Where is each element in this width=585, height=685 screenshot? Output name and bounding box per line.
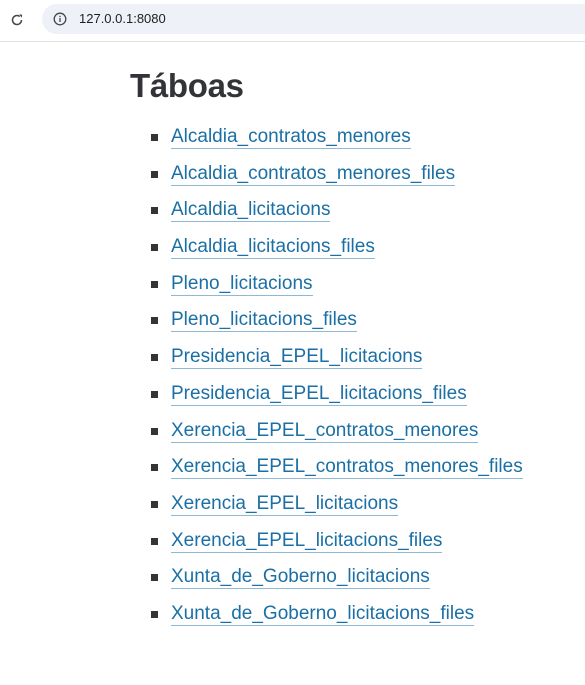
table-link[interactable]: Presidencia_EPEL_licitacions_files bbox=[171, 382, 467, 406]
table-list: Alcaldia_contratos_menores Alcaldia_contr… bbox=[130, 124, 523, 638]
list-item: Alcaldia_licitacions_files bbox=[130, 234, 523, 271]
page-title: Táboas bbox=[130, 67, 244, 104]
table-link[interactable]: Xunta_de_Goberno_licitacions bbox=[171, 566, 430, 590]
table-link[interactable]: Alcaldia_licitacions_files bbox=[171, 236, 375, 260]
table-link[interactable]: Xunta_de_Goberno_licitacions_files bbox=[171, 602, 475, 626]
table-link[interactable]: Xerencia_EPEL_licitacions_files bbox=[171, 529, 443, 553]
bullet-marker bbox=[151, 354, 158, 362]
bullet-marker bbox=[151, 207, 158, 215]
bullet-marker bbox=[151, 134, 158, 141]
bullet-marker bbox=[151, 244, 158, 252]
list-item: Alcaldia_licitacions bbox=[130, 197, 523, 234]
table-link[interactable]: Xerencia_EPEL_contratos_menores_files bbox=[171, 456, 523, 480]
url-text[interactable]: 127.0.0.1:8080 bbox=[79, 10, 166, 28]
table-link[interactable]: Pleno_licitacions_files bbox=[171, 309, 357, 333]
list-item: Xunta_de_Goberno_licitacions_files bbox=[130, 601, 523, 638]
list-item: Alcaldia_contratos_menores bbox=[130, 124, 523, 161]
bullet-marker bbox=[151, 574, 158, 582]
table-link[interactable]: Alcaldia_contratos_menores bbox=[171, 126, 411, 149]
table-link[interactable]: Pleno_licitacions bbox=[171, 272, 313, 296]
list-item: Pleno_licitacions_files bbox=[130, 307, 523, 344]
address-bar[interactable]: 127.0.0.1:8080 bbox=[42, 4, 585, 34]
bullet-marker bbox=[151, 610, 158, 618]
table-link[interactable]: Xerencia_EPEL_contratos_menores bbox=[171, 419, 479, 443]
bullet-marker bbox=[151, 427, 158, 435]
list-item: Alcaldia_contratos_menores_files bbox=[130, 161, 523, 198]
list-item: Pleno_licitacions bbox=[130, 271, 523, 308]
reload-icon[interactable] bbox=[7, 10, 27, 30]
list-item: Xerencia_EPEL_contratos_menores bbox=[130, 418, 523, 455]
browser-toolbar: 127.0.0.1:8080 bbox=[0, 0, 585, 42]
list-item: Presidencia_EPEL_licitacions bbox=[130, 344, 523, 381]
table-link[interactable]: Alcaldia_contratos_menores_files bbox=[171, 162, 456, 186]
bullet-marker bbox=[151, 464, 158, 472]
bullet-marker bbox=[151, 537, 158, 545]
main-content: Táboas Alcaldia_contratos_menores Alcaldi… bbox=[130, 64, 523, 638]
list-item: Xunta_de_Goberno_licitacions bbox=[130, 564, 523, 601]
bullet-marker bbox=[151, 170, 158, 178]
info-icon[interactable] bbox=[52, 11, 68, 27]
bullet-marker bbox=[151, 280, 158, 288]
table-link[interactable]: Alcaldia_licitacions bbox=[171, 199, 331, 223]
bullet-marker bbox=[151, 317, 158, 325]
list-item: Presidencia_EPEL_licitacions_files bbox=[130, 381, 523, 418]
table-link[interactable]: Presidencia_EPEL_licitacions bbox=[171, 346, 423, 370]
list-item: Xerencia_EPEL_licitacions_files bbox=[130, 528, 523, 565]
bullet-marker bbox=[151, 500, 158, 508]
list-item: Xerencia_EPEL_contratos_menores_files bbox=[130, 454, 523, 491]
bullet-marker bbox=[151, 390, 158, 398]
table-link[interactable]: Xerencia_EPEL_licitacions bbox=[171, 492, 399, 516]
list-item: Xerencia_EPEL_licitacions bbox=[130, 491, 523, 528]
